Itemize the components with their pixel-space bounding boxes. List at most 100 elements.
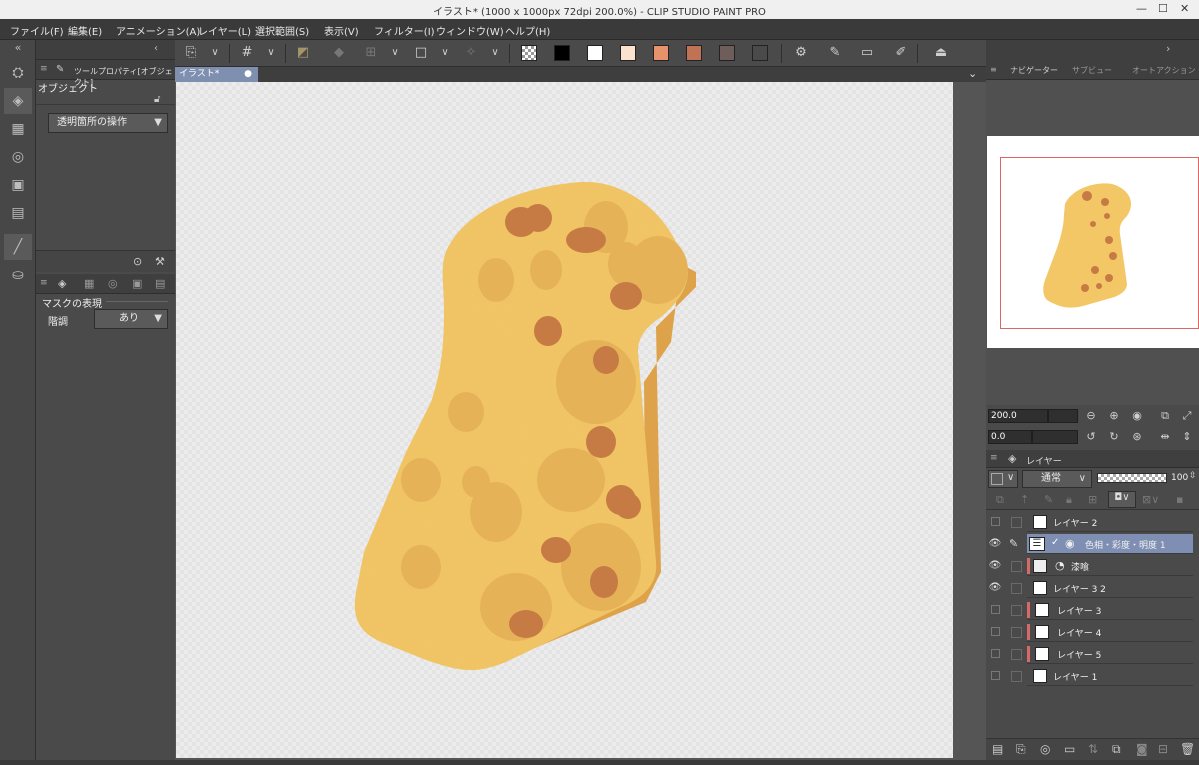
fit-screen-icon[interactable]: ⤢ [1180, 409, 1194, 423]
color-swatch[interactable] [587, 45, 603, 61]
edit-toggle[interactable] [1011, 649, 1022, 660]
reset-icon[interactable]: ⊙ [133, 255, 142, 268]
panel-menu-icon[interactable]: ≡ [990, 65, 997, 74]
panel-menu-icon[interactable]: ≡ [990, 453, 998, 463]
rectangle-icon[interactable]: □ [411, 44, 431, 62]
rotate-left-icon[interactable]: ↺ [1084, 430, 1098, 444]
color-swatch[interactable] [752, 45, 768, 61]
ruler-icon[interactable]: ◩ [293, 44, 313, 62]
select-tool-icon[interactable]: ◎ [4, 144, 32, 170]
flip-horizontal-icon[interactable]: ⇹ [1158, 430, 1172, 444]
close-button[interactable]: ✕ [1180, 2, 1189, 15]
rotate-right-icon[interactable]: ↻ [1107, 430, 1121, 444]
rotation-field[interactable]: 0.0 [988, 430, 1032, 444]
navigator-view-frame[interactable] [1000, 157, 1199, 329]
duplicate-icon[interactable]: ⊟ [1158, 742, 1168, 756]
eye-icon[interactable]: 👁︎ [988, 578, 1002, 598]
menu-edit[interactable]: 編集(E) [68, 23, 102, 38]
layer-option-icon[interactable]: ▪ [1176, 493, 1183, 506]
visibility-toggle[interactable] [988, 512, 1002, 532]
minimize-button[interactable]: — [1136, 2, 1147, 15]
tab-subview[interactable]: サブビュー [1072, 65, 1112, 76]
menu-file[interactable]: ファイル(F) [10, 23, 64, 38]
eye-icon[interactable]: 👁︎ [988, 556, 1002, 576]
edit-toggle[interactable] [1011, 517, 1022, 528]
close-tab-icon[interactable]: ● [244, 67, 252, 82]
transform-icon[interactable]: ⊞ [361, 44, 381, 62]
folder-icon[interactable]: ▭ [1064, 742, 1075, 756]
draft-icon[interactable]: ✎ [1044, 493, 1053, 506]
eraser-icon[interactable]: ✐ [891, 44, 911, 62]
visibility-toggle[interactable] [988, 622, 1002, 642]
edit-toggle[interactable] [1011, 605, 1022, 616]
chevron-down-icon[interactable]: ∨ [261, 44, 281, 62]
collapse-icon[interactable]: « [4, 40, 32, 56]
pen-tool-icon[interactable]: ╱ [4, 234, 32, 260]
opacity-spinner-icon[interactable]: ⇳ [1189, 471, 1197, 481]
zoom-in-icon[interactable]: ⊕ [1107, 409, 1121, 423]
edit-toggle[interactable] [1011, 627, 1022, 638]
visibility-toggle[interactable] [988, 644, 1002, 664]
fill-tool-icon[interactable]: ⛀ [4, 262, 32, 288]
layer-row[interactable]: レイヤー 3 2 [1027, 578, 1193, 598]
object-tool-icon[interactable]: ◈ [4, 88, 32, 114]
mask-disable-icon[interactable]: ⊠∨ [1142, 493, 1159, 506]
color-swatch[interactable] [686, 45, 702, 61]
color-swatch[interactable] [620, 45, 636, 61]
grid-icon[interactable]: # [237, 44, 257, 62]
lock-transparent-icon[interactable]: ⊞ [1088, 493, 1097, 506]
frame-tool-icon[interactable]: ▣ [4, 172, 32, 198]
circle-tab-icon[interactable]: ◎ [108, 277, 118, 290]
new-adjustment-icon[interactable]: ◎ [1040, 742, 1050, 756]
transfer-icon[interactable]: ⇅ [1088, 742, 1098, 756]
eye-icon[interactable]: 👁︎ [988, 534, 1002, 554]
clip-icon[interactable]: ⧉ [996, 493, 1004, 507]
fill-icon[interactable]: ◆ [329, 44, 349, 62]
grid-tab-icon[interactable]: ▤ [155, 277, 165, 290]
ref-icon[interactable]: ⇡ [1020, 493, 1029, 506]
menu-window[interactable]: ウィンドウ(W) [436, 23, 504, 38]
mask-icon[interactable]: ◙ [1136, 742, 1148, 756]
visibility-toggle[interactable] [988, 600, 1002, 620]
fit-icon[interactable]: ◉ [1130, 409, 1144, 423]
opacity-slider[interactable] [1097, 473, 1167, 483]
zoom-actual-icon[interactable]: ⧉ [1158, 409, 1172, 423]
rotation-slider[interactable] [1032, 430, 1078, 444]
layer-row[interactable]: レイヤー 1 [1027, 666, 1193, 686]
expand-icon[interactable]: › [1166, 42, 1170, 55]
menu-help[interactable]: ヘルプ(H) [505, 23, 550, 38]
frame-tab-icon[interactable]: ▣ [132, 277, 142, 290]
menu-layer[interactable]: レイヤー(L) [198, 23, 251, 38]
opacity-value[interactable]: 100 [1171, 473, 1188, 483]
panel-menu-icon[interactable]: ≡ [40, 64, 48, 74]
flip-vertical-icon[interactable]: ⇕ [1180, 430, 1194, 444]
new-layer-icon[interactable]: ⎘ [181, 44, 201, 62]
mask-dropdown[interactable]: ◘∨ [1108, 491, 1136, 508]
new-raster-layer-icon[interactable]: ▤ [992, 742, 1003, 756]
layer-row[interactable]: レイヤー 3 [1027, 600, 1193, 620]
wrench-icon[interactable]: ⚒ [155, 255, 165, 268]
transparent-operation-dropdown[interactable]: 透明箇所の操作 ▼ [48, 113, 168, 133]
edit-toggle[interactable] [1011, 561, 1022, 572]
color-swatch[interactable] [554, 45, 570, 61]
zoom-field[interactable]: 200.0 [988, 409, 1048, 423]
maximize-button[interactable]: ☐ [1158, 2, 1168, 15]
chevron-down-icon[interactable]: ∨ [485, 44, 505, 62]
layer-row[interactable]: レイヤー 5 [1027, 644, 1193, 664]
lock-icon[interactable]: 🔒︎ [1066, 493, 1072, 507]
menu-filter[interactable]: フィルター(I) [374, 23, 435, 38]
menu-selection[interactable]: 選択範囲(S) [255, 23, 309, 38]
trash-icon[interactable]: 🗑︎ [1180, 742, 1195, 756]
merge-icon[interactable]: ⧉ [1112, 742, 1121, 757]
image-tab-icon[interactable]: ▦ [84, 277, 94, 290]
layer-row[interactable]: レイヤー 2 [1027, 512, 1193, 532]
collapse-left-icon[interactable]: ‹ [154, 43, 158, 54]
chevron-down-icon[interactable]: ⌄ [968, 67, 977, 80]
zoom-out-icon[interactable]: ⊖ [1084, 409, 1098, 423]
chevron-down-icon[interactable]: ∨ [435, 44, 455, 62]
new-vector-layer-icon[interactable]: ⎘ [1016, 742, 1026, 757]
move-tool-icon[interactable]: ▦ [4, 116, 32, 142]
color-swatch[interactable] [653, 45, 669, 61]
wand-icon[interactable]: ✧ [461, 44, 481, 62]
blend-mode-dropdown[interactable]: 通常 ∨ [1022, 470, 1092, 488]
